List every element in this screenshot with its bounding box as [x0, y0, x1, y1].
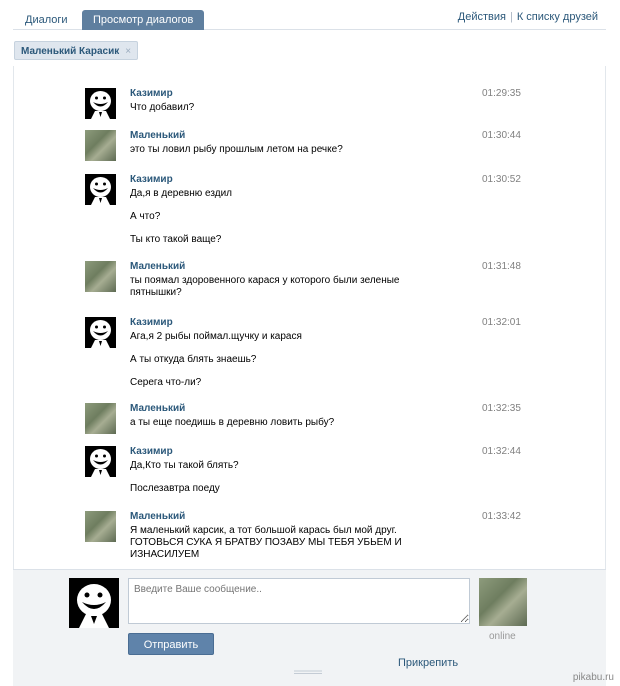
message-time: 01:32:01 — [482, 317, 521, 328]
message-body: Да,я в деревню ездил А что? Ты кто такой в… — [130, 188, 450, 246]
actions-link[interactable]: Действия — [458, 11, 506, 23]
message-body: это ты ловил рыбу прошлым летом на речке… — [130, 144, 450, 156]
message-body: Я маленький карсик, а тот большой карась… — [130, 525, 450, 561]
fish-avatar[interactable] — [85, 403, 116, 434]
message-body: Что добавил? — [130, 102, 450, 114]
my-avatar[interactable] — [69, 578, 119, 628]
message-text: Послезавтра поеду — [130, 483, 220, 494]
message-text: ты поямал здоровенного карася у которого… — [130, 275, 400, 298]
message-text: Ага,я 2 рыбы поймал.щучку и карася — [130, 331, 302, 342]
message-text: А ты откуда блять знаешь? — [130, 354, 257, 365]
message-author[interactable]: Казимир — [130, 446, 173, 457]
message-author[interactable]: Маленький — [130, 403, 185, 414]
message-text: а ты еще поедишь в деревню ловить рыбу? — [130, 417, 335, 428]
message-body: а ты еще поедишь в деревню ловить рыбу? — [130, 417, 450, 429]
attach-link[interactable]: Прикрепить — [398, 657, 458, 669]
chip-label: Маленький Карасик — [21, 46, 120, 57]
trollface-icon[interactable] — [85, 446, 116, 477]
message-author[interactable]: Маленький — [130, 130, 185, 141]
friends-list-link[interactable]: К списку друзей — [517, 11, 598, 23]
tab-view-dialogs[interactable]: Просмотр диалогов — [82, 10, 205, 30]
message-text: Я маленький карсик, а тот большой карась… — [130, 525, 402, 560]
message-text: Ты кто такой ваще? — [130, 234, 222, 245]
message-body: ты поямал здоровенного карася у которого… — [130, 275, 450, 299]
message-author[interactable]: Маленький — [130, 261, 185, 272]
fish-avatar[interactable] — [85, 261, 116, 292]
resize-grip-icon[interactable] — [288, 670, 328, 676]
message-text: Да,я в деревню ездил — [130, 188, 232, 199]
conversation-chip[interactable]: Маленький Карасик × — [14, 41, 139, 60]
watermark: pikabu.ru — [572, 672, 614, 683]
fish-avatar[interactable] — [85, 511, 116, 542]
tab-bar: Диалоги Просмотр диалогов Действия | К спи… — [13, 8, 606, 30]
compose-area: online Отправить Прикрепить — [13, 569, 606, 686]
message-body: Ага,я 2 рыбы поймал.щучку и карася А ты о… — [130, 331, 450, 389]
trollface-icon[interactable] — [85, 88, 116, 119]
message-time: 01:30:52 — [482, 174, 521, 185]
message-time: 01:31:48 — [482, 261, 521, 272]
close-icon[interactable]: × — [125, 46, 131, 57]
send-button[interactable]: Отправить — [128, 633, 214, 655]
message-time: 01:32:44 — [482, 446, 521, 457]
message-time: 01:30:44 — [482, 130, 521, 141]
message-time: 01:32:35 — [482, 403, 521, 414]
message-text: Что добавил? — [130, 102, 195, 113]
separator: | — [509, 11, 513, 23]
message-text: А что? — [130, 211, 161, 222]
message-author[interactable]: Казимир — [130, 88, 173, 99]
message-author[interactable]: Казимир — [130, 174, 173, 185]
message-author[interactable]: Маленький — [130, 511, 185, 522]
message-time: 01:29:35 — [482, 88, 521, 99]
trollface-icon — [69, 578, 119, 628]
actions-bar: Действия | К списку друзей — [458, 11, 598, 23]
message-time: 01:33:42 — [482, 511, 521, 522]
message-body: Да,Кто ты такой блять? Послезавтра поеду — [130, 460, 450, 495]
message-author[interactable]: Казимир — [130, 317, 173, 328]
message-input[interactable] — [128, 578, 470, 624]
trollface-icon[interactable] — [85, 317, 116, 348]
trollface-icon[interactable] — [85, 174, 116, 205]
peer-avatar[interactable] — [479, 578, 527, 626]
fish-avatar[interactable] — [85, 130, 116, 161]
online-status: online — [489, 631, 516, 642]
tab-dialogs[interactable]: Диалоги — [15, 10, 78, 30]
message-text: Да,Кто ты такой блять? — [130, 460, 239, 471]
message-history[interactable]: Казимир 01:29:35 Что добавил? Маленький 01:3… — [13, 66, 606, 569]
message-text: Серега что-ли? — [130, 377, 202, 388]
message-text: это ты ловил рыбу прошлым летом на речке… — [130, 144, 343, 155]
